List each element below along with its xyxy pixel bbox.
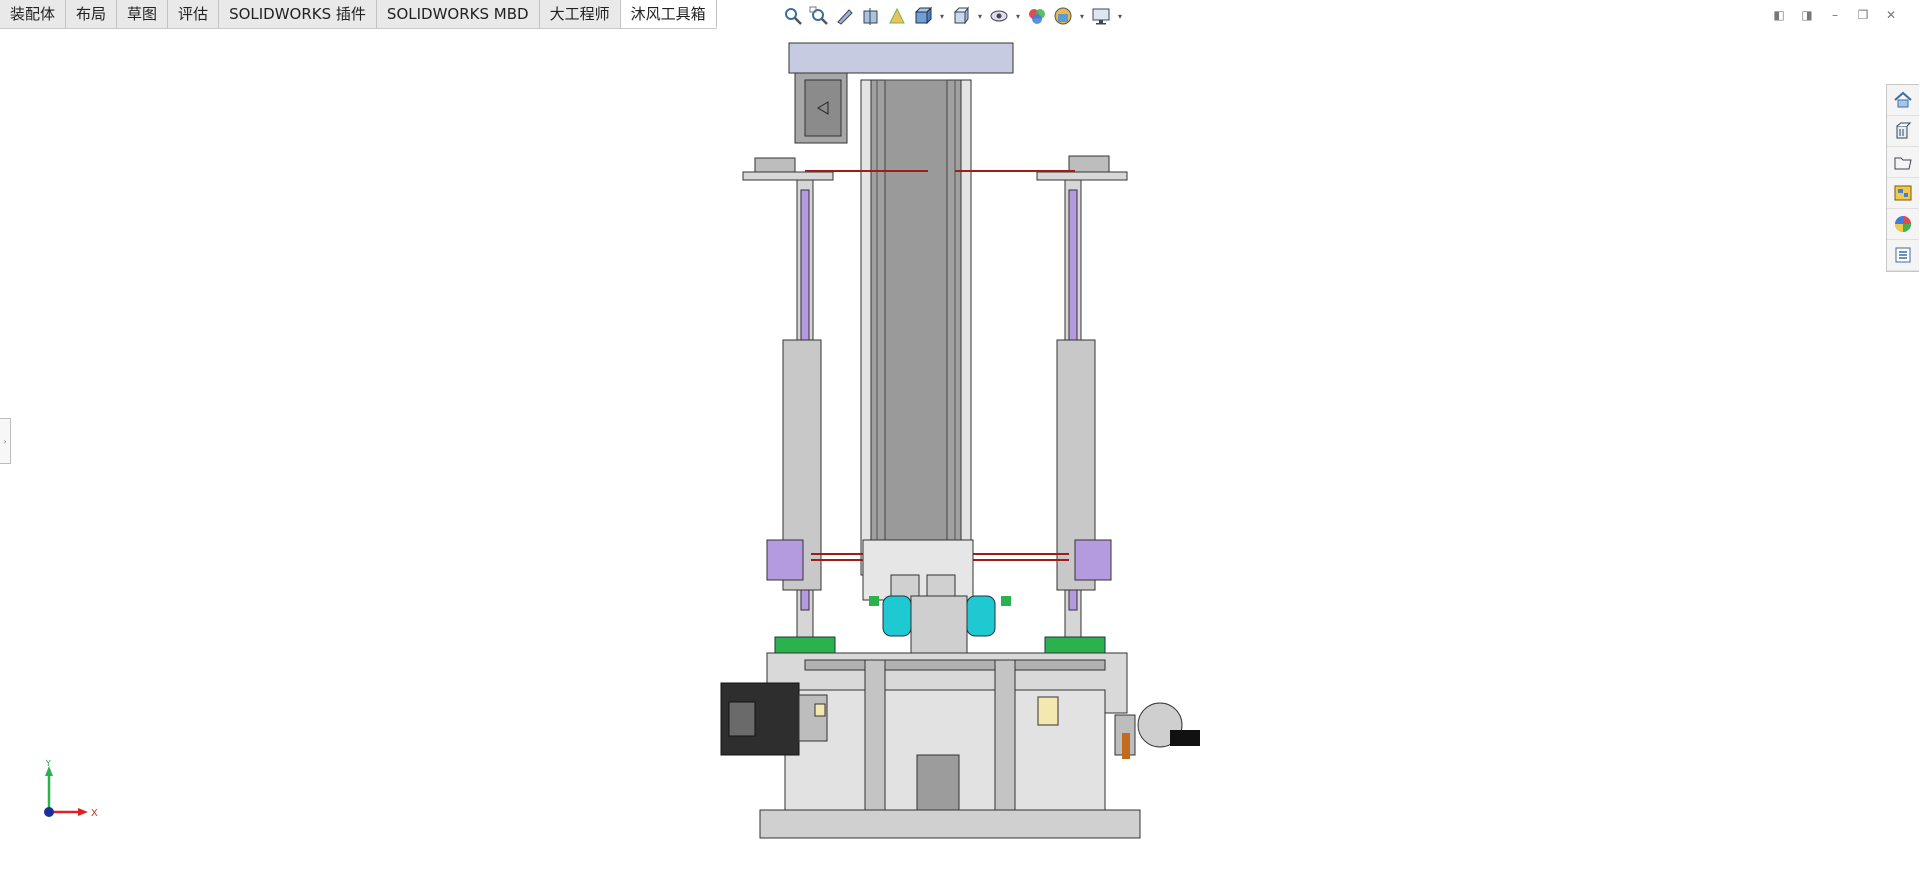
tile-left-icon[interactable]: ◧: [1770, 6, 1788, 24]
feature-manager-collapse-handle[interactable]: ›: [0, 418, 11, 464]
design-library-icon[interactable]: [1887, 116, 1919, 147]
apply-scene-dropdown-icon[interactable]: ▾: [1078, 5, 1086, 27]
zoom-to-area-icon[interactable]: [808, 5, 830, 27]
tab-assembly[interactable]: 装配体: [0, 0, 67, 28]
heads-up-view-toolbar: ▾ ▾ ▾ ▾ ▾: [782, 4, 1124, 28]
assembly-model-viewport[interactable]: [715, 40, 1205, 840]
reference-triad: Y X: [44, 760, 98, 819]
custom-properties-icon[interactable]: [1887, 240, 1919, 271]
edit-appearance-icon[interactable]: [1026, 5, 1048, 27]
hide-show-dropdown-icon[interactable]: ▾: [1014, 5, 1022, 27]
view-palette-icon[interactable]: [1887, 178, 1919, 209]
hide-show-icon[interactable]: [988, 5, 1010, 27]
close-icon[interactable]: ✕: [1882, 6, 1900, 24]
tab-evaluate[interactable]: 评估: [168, 0, 220, 28]
home-icon[interactable]: [1887, 85, 1919, 116]
dynamic-annotation-icon[interactable]: [886, 5, 908, 27]
tab-engineer[interactable]: 大工程师: [539, 0, 621, 28]
view-settings-dropdown-icon[interactable]: ▾: [1116, 5, 1124, 27]
section-view-icon[interactable]: [860, 5, 882, 27]
triad-x-label: X: [91, 808, 98, 819]
view-orientation-icon[interactable]: [912, 5, 934, 27]
tab-mufeng-toolbox[interactable]: 沐风工具箱: [620, 0, 717, 28]
file-explorer-icon[interactable]: [1887, 147, 1919, 178]
appearances-icon[interactable]: [1887, 209, 1919, 240]
apply-scene-icon[interactable]: [1052, 5, 1074, 27]
display-style-icon[interactable]: [950, 5, 972, 27]
tab-layout[interactable]: 布局: [66, 0, 118, 28]
previous-view-icon[interactable]: [834, 5, 856, 27]
tile-right-icon[interactable]: ◨: [1798, 6, 1816, 24]
tab-sketch[interactable]: 草图: [117, 0, 169, 28]
tab-solidworks-addins[interactable]: SOLIDWORKS 插件: [219, 0, 377, 28]
command-manager-tabs: 装配体 布局 草图 评估 SOLIDWORKS 插件 SOLIDWORKS MB…: [0, 0, 717, 29]
task-pane: [1886, 84, 1919, 272]
display-style-dropdown-icon[interactable]: ▾: [976, 5, 984, 27]
view-settings-icon[interactable]: [1090, 5, 1112, 27]
view-orientation-dropdown-icon[interactable]: ▾: [938, 5, 946, 27]
minimize-icon[interactable]: –: [1826, 6, 1844, 24]
zoom-to-fit-icon[interactable]: [782, 5, 804, 27]
tab-solidworks-mbd[interactable]: SOLIDWORKS MBD: [376, 0, 540, 28]
restore-icon[interactable]: ❐: [1854, 6, 1872, 24]
triad-y-label: Y: [45, 760, 52, 769]
window-controls: ◧ ◨ – ❐ ✕: [1770, 6, 1900, 24]
